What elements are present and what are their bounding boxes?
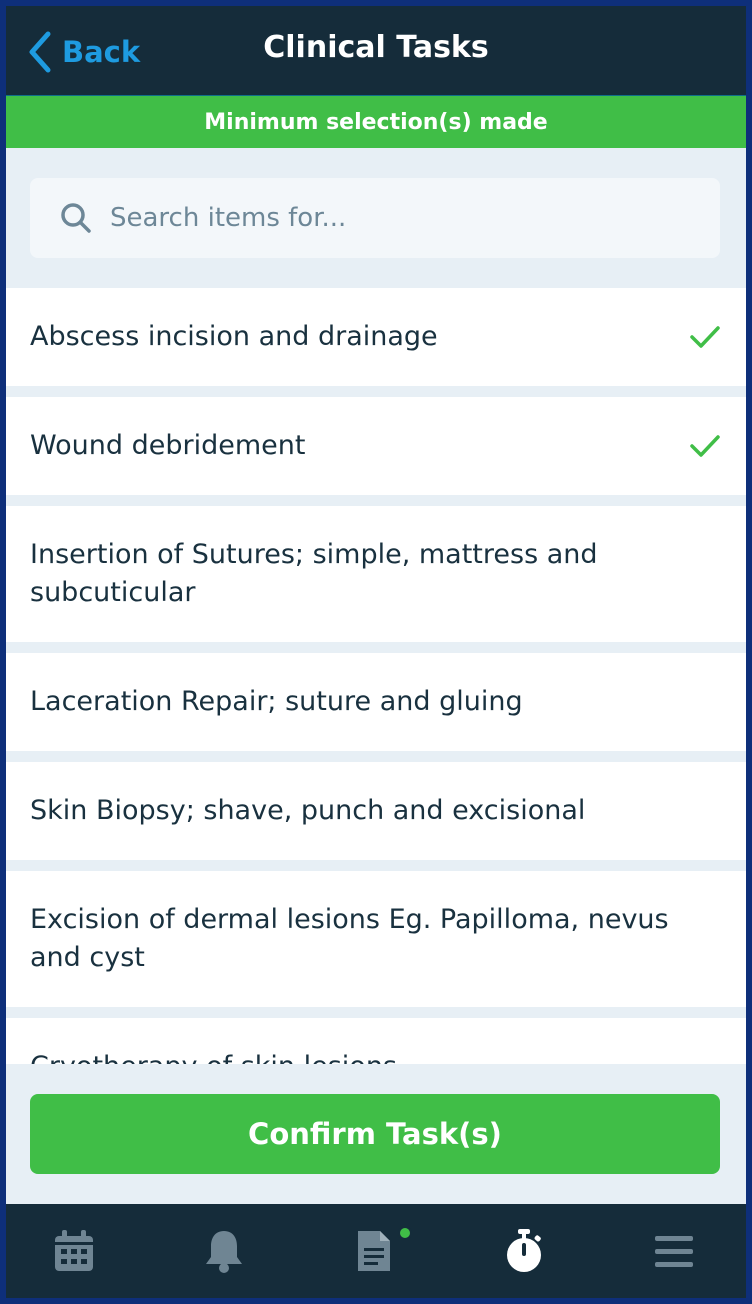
list-item-label: Skin Biopsy; shave, punch and excisional <box>30 795 586 826</box>
menu-icon <box>655 1236 693 1267</box>
list-item-label: Laceration Repair; suture and gluing <box>30 686 523 717</box>
app-frame: Back Clinical Tasks Minimum selection(s)… <box>6 6 746 1298</box>
list-item[interactable]: Wound debridement <box>6 397 746 495</box>
task-list: Abscess incision and drainage Wound debr… <box>6 288 746 1064</box>
list-item[interactable]: Excision of dermal lesions Eg. Papilloma… <box>6 871 746 1007</box>
check-icon <box>690 435 720 457</box>
list-item-label: Wound debridement <box>30 430 306 461</box>
header-bar: Back Clinical Tasks <box>6 6 746 96</box>
list-item-label: Abscess incision and drainage <box>30 321 438 352</box>
document-icon <box>358 1231 390 1271</box>
search-input[interactable] <box>110 203 670 233</box>
page-title: Clinical Tasks <box>263 30 489 65</box>
calendar-icon <box>55 1230 93 1271</box>
tab-timer[interactable] <box>500 1226 548 1276</box>
selection-status-banner: Minimum selection(s) made <box>6 96 746 148</box>
stopwatch-icon <box>507 1229 541 1272</box>
confirm-tasks-button[interactable]: Confirm Task(s) <box>30 1094 720 1174</box>
footer-bar: Confirm Task(s) <box>6 1064 746 1204</box>
list-item[interactable]: Abscess incision and drainage <box>6 288 746 386</box>
bell-icon <box>206 1231 242 1273</box>
bottom-tab-bar <box>6 1204 746 1298</box>
tab-calendar[interactable] <box>50 1226 98 1276</box>
search-box[interactable] <box>30 178 720 258</box>
list-item[interactable]: Insertion of Sutures; simple, mattress a… <box>6 506 746 642</box>
search-icon <box>61 203 91 233</box>
list-item-label: Cryotherapy of skin lesions <box>30 1048 680 1064</box>
list-item-label: Excision of dermal lesions Eg. Papilloma… <box>30 904 669 973</box>
list-item[interactable]: Skin Biopsy; shave, punch and excisional <box>6 762 746 860</box>
list-item[interactable]: Laceration Repair; suture and gluing <box>6 653 746 751</box>
tab-notifications[interactable] <box>200 1226 248 1276</box>
tab-documents[interactable] <box>350 1226 398 1276</box>
list-item[interactable]: Cryotherapy of skin lesions <box>6 1018 746 1064</box>
list-item-label: Insertion of Sutures; simple, mattress a… <box>30 539 598 608</box>
notification-badge <box>398 1226 412 1240</box>
tab-menu[interactable] <box>650 1226 698 1276</box>
check-icon <box>690 326 720 348</box>
